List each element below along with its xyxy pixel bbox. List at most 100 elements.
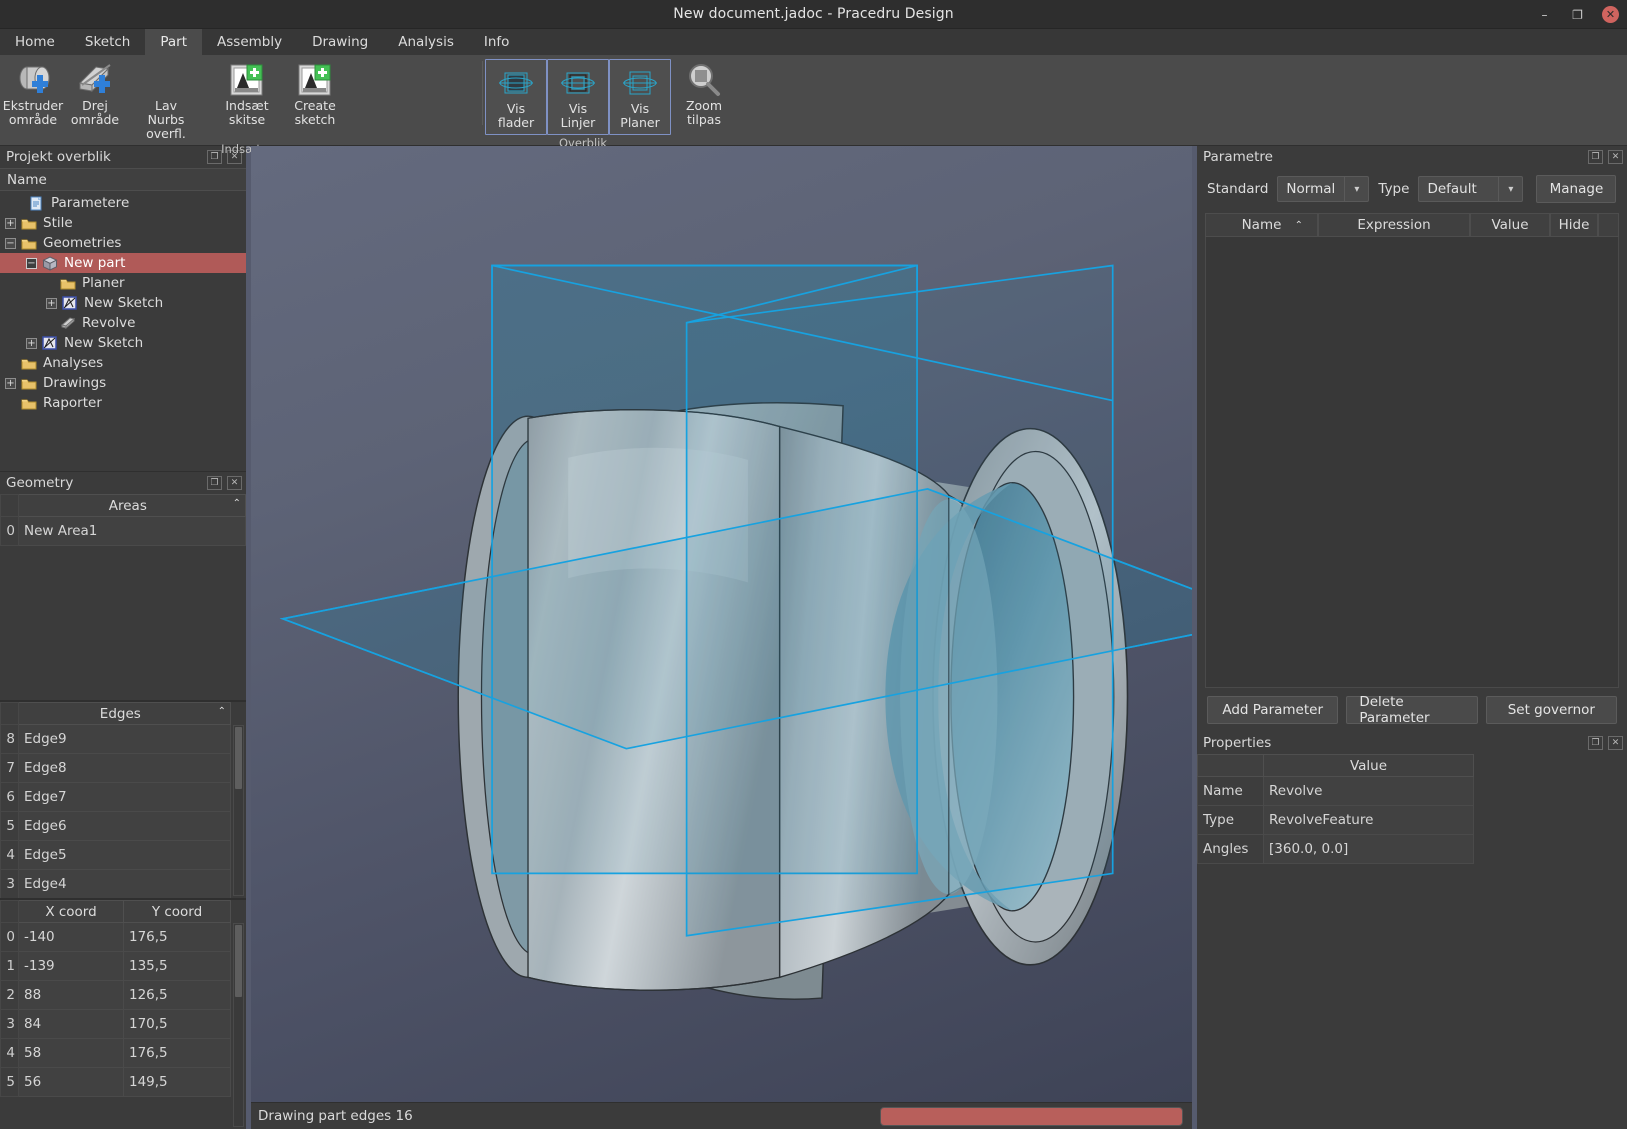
edge-name-cell[interactable]: Edge9	[18, 724, 231, 754]
y-coord-cell[interactable]: 170,5	[123, 1009, 231, 1039]
close-panel-icon[interactable]: ✕	[1608, 150, 1623, 164]
standard-select[interactable]: Normal ▾	[1277, 176, 1370, 202]
tree-item-new-part[interactable]: − New part	[0, 253, 246, 273]
set-governor-button[interactable]: Set governor	[1485, 696, 1617, 724]
table-row[interactable]: Name Revolve	[1197, 776, 1474, 806]
zoom-fit-button[interactable]: Zoom tilpas	[673, 57, 735, 127]
tree-item-new-sketch-child[interactable]: + New Sketch	[0, 293, 246, 313]
tab-drawing[interactable]: Drawing	[297, 29, 383, 55]
tab-home[interactable]: Home	[0, 29, 70, 55]
maximize-icon[interactable]: ❐	[1569, 6, 1586, 23]
tree-item-parametere[interactable]: Parametere	[0, 193, 246, 213]
edge-name-cell[interactable]: Edge7	[18, 782, 231, 812]
table-row[interactable]: 5 56 149,5	[0, 1067, 231, 1097]
delete-parameter-button[interactable]: Delete Parameter	[1346, 694, 1478, 726]
parameters-table-body[interactable]	[1205, 237, 1619, 688]
tree-expander-plus[interactable]: +	[46, 297, 57, 309]
y-coord-cell[interactable]: 126,5	[123, 980, 231, 1010]
float-icon[interactable]: ❐	[1588, 736, 1603, 750]
tree-expander-plus[interactable]: +	[26, 337, 37, 349]
table-row[interactable]: 4 58 176,5	[0, 1038, 231, 1068]
coords-y-header[interactable]: Y coord	[123, 900, 231, 923]
tree-item-stile[interactable]: + Stile	[0, 213, 246, 233]
tree-item-revolve[interactable]: Revolve	[0, 313, 246, 333]
property-value[interactable]: Revolve	[1263, 776, 1474, 806]
x-coord-cell[interactable]: -140	[18, 922, 124, 952]
insert-sketch-button[interactable]: Indsæt skitse	[216, 57, 278, 127]
param-col-value[interactable]: Value	[1470, 213, 1550, 237]
table-row[interactable]: Angles [360.0, 0.0]	[1197, 834, 1474, 864]
edge-name-cell[interactable]: Edge5	[18, 840, 231, 870]
revolve-area-button[interactable]: Drej område	[64, 57, 126, 127]
tab-part[interactable]: Part	[145, 29, 203, 55]
table-row[interactable]: 6 Edge7	[0, 782, 231, 812]
extrude-area-button[interactable]: Ekstruder område	[2, 57, 64, 127]
close-icon[interactable]: ✕	[1602, 6, 1619, 23]
tab-analysis[interactable]: Analysis	[383, 29, 469, 55]
param-col-expression[interactable]: Expression	[1318, 213, 1470, 237]
make-nurbs-surface-button[interactable]: Lav Nurbs overfl.	[132, 57, 200, 141]
show-lines-button[interactable]: Vis Linjer	[547, 59, 609, 135]
y-coord-cell[interactable]: 135,5	[123, 951, 231, 981]
table-row[interactable]: Type RevolveFeature	[1197, 805, 1474, 835]
table-row[interactable]: 3 84 170,5	[0, 1009, 231, 1039]
table-row[interactable]: 0 -140 176,5	[0, 922, 231, 952]
close-panel-icon[interactable]: ✕	[227, 476, 242, 490]
tab-assembly[interactable]: Assembly	[202, 29, 297, 55]
property-value[interactable]: [360.0, 0.0]	[1263, 834, 1474, 864]
param-col-hide[interactable]: Hide	[1550, 213, 1598, 237]
x-coord-cell[interactable]: -139	[18, 951, 124, 981]
edge-name-cell[interactable]: Edge8	[18, 753, 231, 783]
tree-expander-plus[interactable]: +	[5, 377, 16, 389]
table-row[interactable]: 3 Edge4	[0, 869, 231, 898]
manage-button[interactable]: Manage	[1536, 175, 1617, 203]
tree-item-planer[interactable]: Planer	[0, 273, 246, 293]
tree-item-geometries[interactable]: − Geometries	[0, 233, 246, 253]
tab-info[interactable]: Info	[469, 29, 525, 55]
y-coord-cell[interactable]: 149,5	[123, 1067, 231, 1097]
tree-item-raporter[interactable]: Raporter	[0, 393, 246, 413]
x-coord-cell[interactable]: 58	[18, 1038, 124, 1068]
coords-scrollbar-thumb[interactable]	[235, 925, 242, 997]
close-panel-icon[interactable]: ✕	[1608, 736, 1623, 750]
tree-item-drawings[interactable]: + Drawings	[0, 373, 246, 393]
tree-item-new-sketch-root[interactable]: + New Sketch	[0, 333, 246, 353]
x-coord-cell[interactable]: 56	[18, 1067, 124, 1097]
table-row[interactable]: 4 Edge5	[0, 840, 231, 870]
edge-name-cell[interactable]: Edge4	[18, 869, 231, 898]
table-row[interactable]: 2 88 126,5	[0, 980, 231, 1010]
areas-column-header[interactable]: Areas ⌃	[18, 494, 246, 517]
tab-sketch[interactable]: Sketch	[70, 29, 145, 55]
table-row[interactable]: 5 Edge6	[0, 811, 231, 841]
create-sketch-button[interactable]: Create sketch	[284, 57, 346, 127]
add-parameter-button[interactable]: Add Parameter	[1207, 696, 1339, 724]
edges-scrollbar-thumb[interactable]	[235, 727, 242, 789]
y-coord-cell[interactable]: 176,5	[123, 1038, 231, 1068]
tree-expander-plus[interactable]: +	[5, 217, 16, 229]
table-row[interactable]: 8 Edge9	[0, 724, 231, 754]
edges-scrollbar[interactable]	[233, 725, 244, 896]
coords-x-header[interactable]: X coord	[18, 900, 124, 923]
show-planes-button[interactable]: Vis Planer	[609, 59, 671, 135]
edges-column-header[interactable]: Edges ⌃	[18, 702, 231, 725]
x-coord-cell[interactable]: 88	[18, 980, 124, 1010]
minimize-icon[interactable]: –	[1536, 6, 1553, 23]
table-row[interactable]: 1 -139 135,5	[0, 951, 231, 981]
tree-expander-minus[interactable]: −	[5, 237, 16, 249]
y-coord-cell[interactable]: 176,5	[123, 922, 231, 952]
tree-item-analyses[interactable]: Analyses	[0, 353, 246, 373]
property-value[interactable]: RevolveFeature	[1263, 805, 1474, 835]
float-icon[interactable]: ❐	[1588, 150, 1603, 164]
float-icon[interactable]: ❐	[207, 476, 222, 490]
x-coord-cell[interactable]: 84	[18, 1009, 124, 1039]
tree-column-header-name[interactable]: Name	[0, 168, 246, 191]
show-faces-button[interactable]: Vis flader	[485, 59, 547, 135]
param-col-name[interactable]: Name ⌃	[1205, 213, 1318, 237]
table-row[interactable]: 0 New Area1	[0, 516, 246, 546]
3d-viewport[interactable]	[251, 146, 1192, 1102]
area-name-cell[interactable]: New Area1	[18, 516, 246, 546]
coords-scrollbar[interactable]	[233, 923, 244, 1127]
type-select[interactable]: Default ▾	[1418, 176, 1524, 202]
tree-expander-minus[interactable]: −	[26, 257, 37, 269]
edge-name-cell[interactable]: Edge6	[18, 811, 231, 841]
